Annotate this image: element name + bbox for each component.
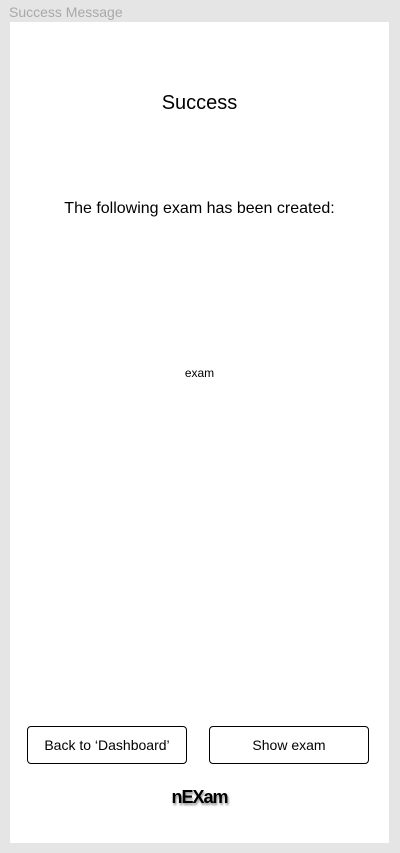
success-message: The following exam has been created: [64,200,335,217]
nexam-logo: nEXam [171,787,228,807]
frame-label: Success Message [9,4,123,20]
page-title: Success [161,92,238,114]
back-to-dashboard-button[interactable]: Back to ‘Dashboard’ [27,726,187,764]
exam-name: exam [184,366,215,380]
show-exam-button[interactable]: Show exam [209,726,369,764]
success-screen: Success The following exam has been crea… [10,22,389,843]
